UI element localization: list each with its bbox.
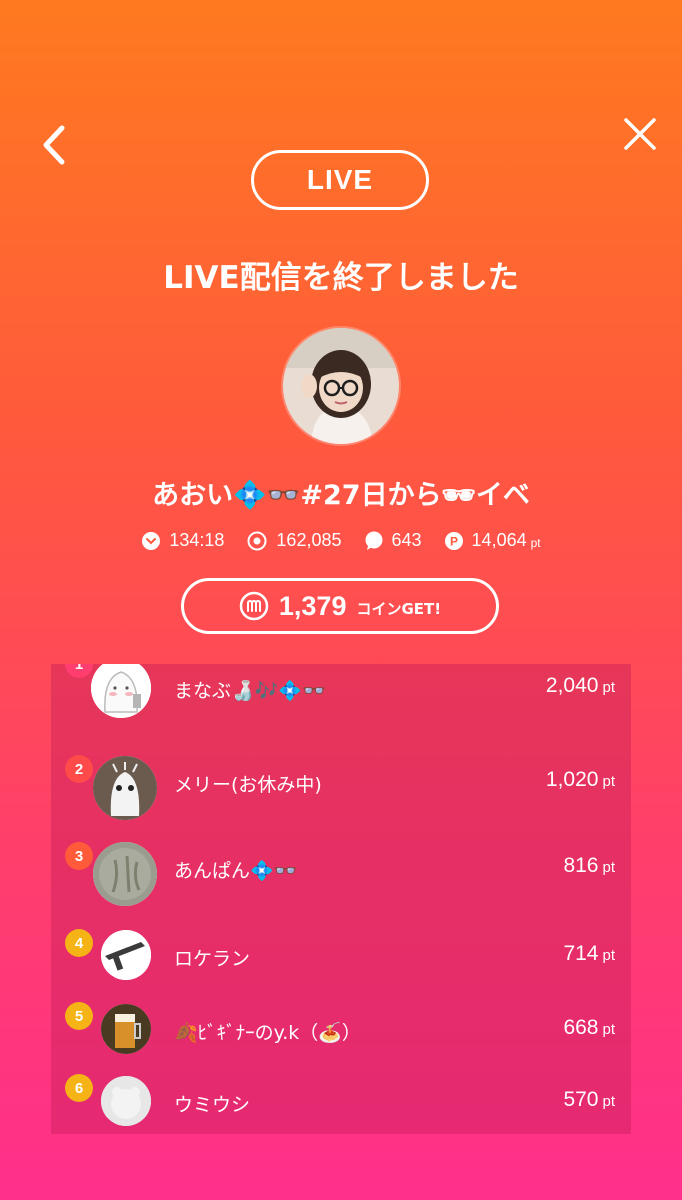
rank-badge: 2 [65,755,93,783]
stat-points: P 14,064 pt [444,530,541,551]
rank-badge: 5 [65,1002,93,1030]
points-number: 1,020 [545,768,599,791]
avatar[interactable] [101,1004,151,1054]
back-button[interactable] [38,122,72,168]
svg-text:P: P [450,534,458,548]
comment-icon [365,531,382,550]
user-name: メリー(お休み中) [174,774,322,796]
rank-number: 2 [74,760,84,778]
points-number: 668 [563,1016,599,1039]
rank-badge: 6 [65,1074,93,1102]
stat-viewers: 162,085 [246,530,342,551]
viewers-value: 162,085 [276,530,342,550]
user-name: まなぶ🍶🎶💠👓 [174,680,326,702]
coin-amount: 1,379 [278,590,347,621]
duration-icon [142,531,161,550]
user-points: 668 pt [563,1016,615,1040]
points-number: 2,040 [545,674,599,697]
rank-badge: 3 [65,842,93,870]
user-name: ロケラン [174,948,251,970]
close-icon [624,118,656,150]
points-number: 714 [563,942,599,965]
chevron-left-icon [43,125,65,165]
ranking-row[interactable]: 4 ロケラン 714 pt [51,926,631,996]
avatar[interactable] [93,842,157,906]
rank-number: 6 [74,1079,84,1097]
close-button[interactable] [620,114,660,154]
ranking-row[interactable]: 1 まなぶ🍶🎶💠👓 2,040 pt [51,664,631,732]
avatar[interactable] [93,756,157,820]
user-points: 1,020 pt [546,768,615,792]
user-points: 570 pt [563,1088,615,1112]
live-label: LIVE [306,164,374,195]
avatar[interactable] [101,930,151,980]
ranking-row[interactable]: 5 🍂ﾋﾞｷﾞﾅｰのy.k（🍝） 668 pt [51,1000,631,1070]
rank-badge: 4 [65,929,93,957]
rank-number: 5 [74,1007,84,1025]
rank-badge: 1 [65,664,93,678]
stat-duration: 134:18 [141,530,224,551]
points-unit: pt [602,1093,615,1110]
rank-number: 3 [74,847,84,865]
live-button[interactable]: LIVE [251,150,429,210]
user-name: 🍂ﾋﾞｷﾞﾅｰのy.k（🍝） [174,1022,361,1044]
stats-row: 134:18 162,085 643 P 14,064 pt [0,530,682,551]
points-number: 816 [563,854,599,877]
user-name: ウミウシ [174,1094,251,1116]
points-unit: pt [602,773,615,790]
coin-icon [239,591,269,621]
viewers-icon [247,531,267,550]
user-points: 714 pt [563,942,615,966]
page-title: LIVE配信を終了しました [163,260,519,296]
rank-number: 1 [74,664,84,673]
user-points: 816 pt [563,854,615,878]
host-avatar-image [283,328,399,444]
points-unit: pt [602,679,615,696]
stat-comments: 643 [364,530,422,551]
comments-value: 643 [391,530,422,550]
points-unit: pt [530,535,541,550]
avatar[interactable] [91,664,151,718]
points-number: 570 [563,1088,599,1111]
host-name: あおい💠👓#27日から🕶イベ [152,480,530,511]
points-unit: pt [602,859,615,876]
points-unit: pt [602,1021,615,1038]
host-avatar[interactable] [283,328,399,444]
ranking-row[interactable]: 3 あんぱん💠👓 816 pt [51,838,631,908]
ranking-row[interactable]: 2 メリー(お休み中) 1,020 pt [51,752,631,822]
points-value: 14,064 [471,530,527,550]
gift-ranking-list[interactable]: 1 まなぶ🍶🎶💠👓 2,040 pt 2 メリー(お休み中) 1,020 pt 3 [51,664,631,1134]
user-points: 2,040 pt [546,674,615,698]
ranking-row[interactable]: 6 ウミウシ 570 pt [51,1072,631,1134]
coin-get-box: 1,379 コインGET! [181,578,499,634]
point-icon: P [444,531,463,550]
avatar[interactable] [101,1076,151,1126]
coin-suffix: コインGET! [356,599,442,618]
duration-value: 134:18 [169,530,225,550]
user-name: あんぱん💠👓 [174,860,298,882]
rank-number: 4 [74,934,84,952]
points-unit: pt [602,947,615,964]
